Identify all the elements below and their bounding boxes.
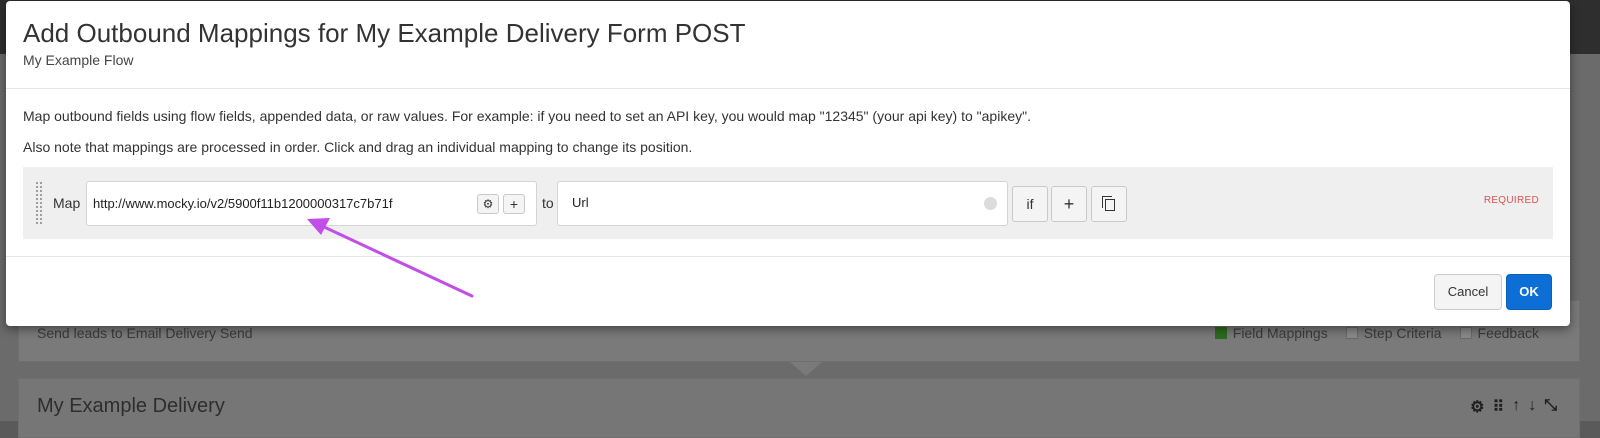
checkbox[interactable] [1345, 327, 1358, 339]
cancel-button[interactable]: Cancel [1434, 274, 1502, 310]
arrow-down-icon[interactable]: ↓ [1528, 397, 1536, 417]
option-label: Feedback [1477, 325, 1539, 341]
add-mapping-button[interactable]: + [1051, 186, 1087, 222]
source-add-button[interactable]: + [503, 194, 525, 214]
option-label: Step Criteria [1363, 325, 1442, 341]
option-step-criteria[interactable]: Step Criteria [1345, 325, 1442, 341]
target-field-value: Url [572, 195, 589, 210]
duplicate-mapping-button[interactable] [1091, 186, 1127, 222]
drag-icon[interactable]: ⠿ [1492, 397, 1504, 417]
step-options: Field Mappings Step Criteria Feedback [1214, 325, 1539, 341]
option-label: Field Mappings [1232, 325, 1328, 341]
target-field-select[interactable]: Url [557, 181, 1008, 226]
clear-field-icon[interactable] [984, 197, 997, 210]
collapse-icon[interactable]: ⤡ [1544, 397, 1557, 417]
drag-handle-icon[interactable] [35, 181, 43, 225]
delivery-card: My Example Delivery ⚙ ⠿ ↑ ↓ ⤡ [18, 378, 1580, 438]
delivery-toolbar: ⚙ ⠿ ↑ ↓ ⤡ [1470, 397, 1557, 417]
checkbox[interactable] [1214, 327, 1227, 339]
option-field-mappings[interactable]: Field Mappings [1214, 325, 1328, 341]
delivery-title: My Example Delivery [37, 395, 225, 417]
modal-footer: Cancel OK [6, 258, 1570, 326]
modal-subtitle: My Example Flow [23, 52, 134, 68]
modal-body: Map outbound fields using flow fields, a… [6, 89, 1570, 257]
source-field-input[interactable]: http://www.mocky.io/v2/5900f11b120000031… [86, 181, 537, 226]
gear-icon[interactable]: ⚙ [1470, 397, 1484, 417]
card-connector-caret [790, 362, 822, 376]
condition-if-button[interactable]: if [1012, 186, 1048, 222]
to-label: to [542, 195, 554, 211]
copy-icon [1102, 196, 1116, 212]
help-text-order: Also note that mappings are processed in… [23, 139, 693, 155]
modal-title: Add Outbound Mappings for My Example Del… [23, 18, 746, 48]
option-feedback[interactable]: Feedback [1459, 325, 1539, 341]
required-badge: REQUIRED [1483, 195, 1539, 206]
source-field-value: http://www.mocky.io/v2/5900f11b120000031… [93, 196, 393, 211]
ok-button[interactable]: OK [1506, 274, 1552, 310]
arrow-up-icon[interactable]: ↑ [1512, 397, 1520, 417]
checkbox[interactable] [1459, 327, 1472, 339]
source-settings-button[interactable]: ⚙ [477, 194, 499, 214]
help-text-example: Map outbound fields using flow fields, a… [23, 108, 1031, 124]
mapping-row[interactable]: Map http://www.mocky.io/v2/5900f11b12000… [23, 167, 1553, 239]
map-label: Map [53, 195, 81, 211]
gear-icon: ⚙ [482, 197, 494, 211]
modal-header: Add Outbound Mappings for My Example Del… [6, 1, 1570, 89]
step-description: Send leads to Email Delivery Send [37, 325, 253, 341]
outbound-mappings-modal: Add Outbound Mappings for My Example Del… [6, 1, 1570, 326]
